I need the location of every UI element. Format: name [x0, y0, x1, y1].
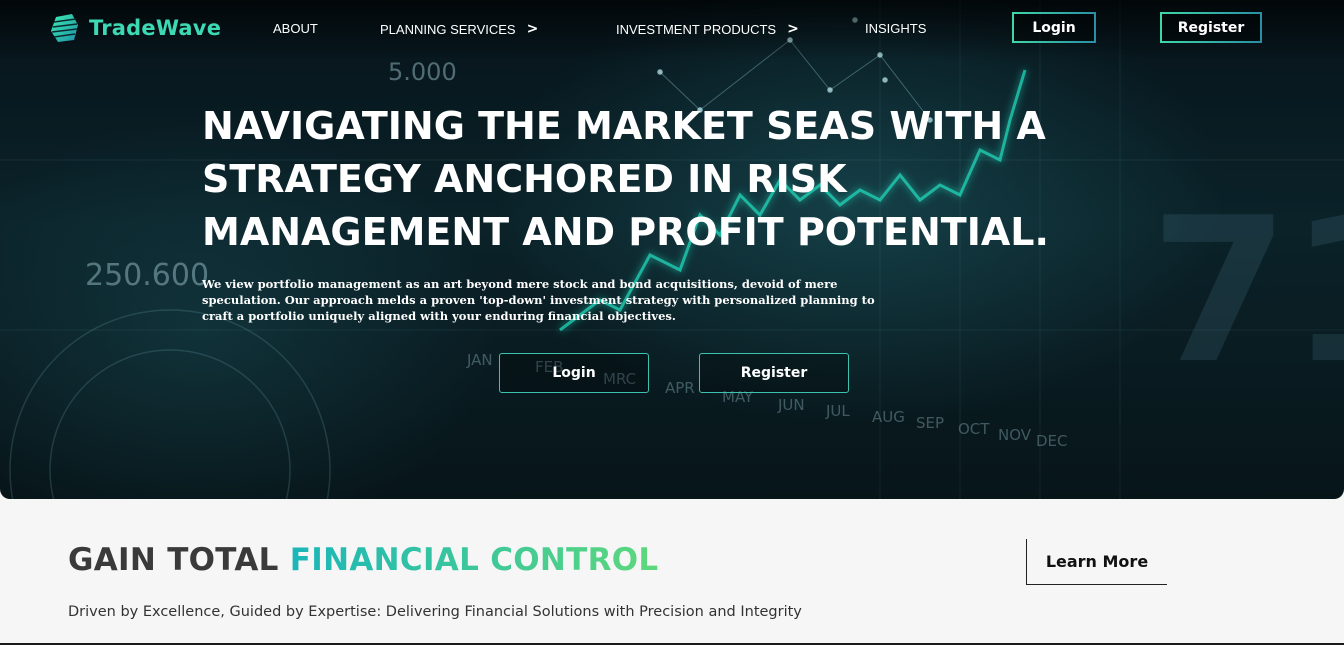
- nav-insights[interactable]: INSIGHTS: [865, 21, 926, 36]
- nav-register-button[interactable]: Register: [1160, 12, 1262, 43]
- nav-login-button[interactable]: Login: [1012, 12, 1096, 43]
- month-label: JUN: [777, 396, 805, 414]
- hero-banner: 5.000 250.600 71.8 JAN FEB MRC APR MAY J…: [0, 0, 1344, 499]
- month-label: SEP: [916, 414, 944, 432]
- nav-investment-label: INVESTMENT PRODUCTS: [616, 21, 777, 37]
- nav-about[interactable]: ABOUT: [273, 21, 318, 36]
- bg-number-718: 71.8: [1150, 175, 1344, 408]
- month-label: OCT: [958, 420, 990, 438]
- brand-logo[interactable]: TradeWave: [50, 13, 221, 43]
- top-navigation: TradeWave ABOUT PLANNING SERVICES > INVE…: [0, 0, 1344, 60]
- nav-about-label: ABOUT: [273, 21, 318, 36]
- logo-icon: [51, 14, 78, 42]
- section-subtitle: Driven by Excellence, Guided by Expertis…: [68, 604, 802, 620]
- chevron-right-icon: >: [526, 21, 539, 37]
- section-title-plain: GAIN TOTAL: [68, 542, 290, 578]
- month-label: NOV: [998, 426, 1032, 444]
- bg-number-5000: 5.000: [388, 58, 457, 86]
- month-label: JAN: [466, 351, 493, 369]
- nav-planning-services[interactable]: PLANNING SERVICES >: [380, 21, 538, 37]
- month-label: APR: [665, 379, 695, 397]
- brand-name: TradeWave: [89, 16, 222, 40]
- month-label: JUL: [825, 402, 850, 420]
- month-label: DEC: [1036, 432, 1068, 450]
- month-label: AUG: [872, 408, 905, 426]
- bg-number-250600: 250.600: [85, 258, 209, 293]
- hero-description: We view portfolio management as an art b…: [202, 277, 875, 323]
- section-title: GAIN TOTAL FINANCIAL CONTROL: [68, 542, 658, 578]
- nav-investment-products[interactable]: INVESTMENT PRODUCTS >: [616, 21, 799, 37]
- hero-headline: NAVIGATING THE MARKET SEAS WITH A STRATE…: [202, 104, 1049, 254]
- chevron-right-icon: >: [787, 21, 799, 37]
- hero-login-button[interactable]: Login: [499, 353, 649, 393]
- nav-planning-label: PLANNING SERVICES: [380, 21, 516, 37]
- nav-insights-label: INSIGHTS: [865, 21, 927, 36]
- section-title-accent: FINANCIAL CONTROL: [289, 542, 659, 578]
- learn-more-button[interactable]: Learn More: [1026, 539, 1167, 585]
- hero-register-button[interactable]: Register: [699, 353, 849, 393]
